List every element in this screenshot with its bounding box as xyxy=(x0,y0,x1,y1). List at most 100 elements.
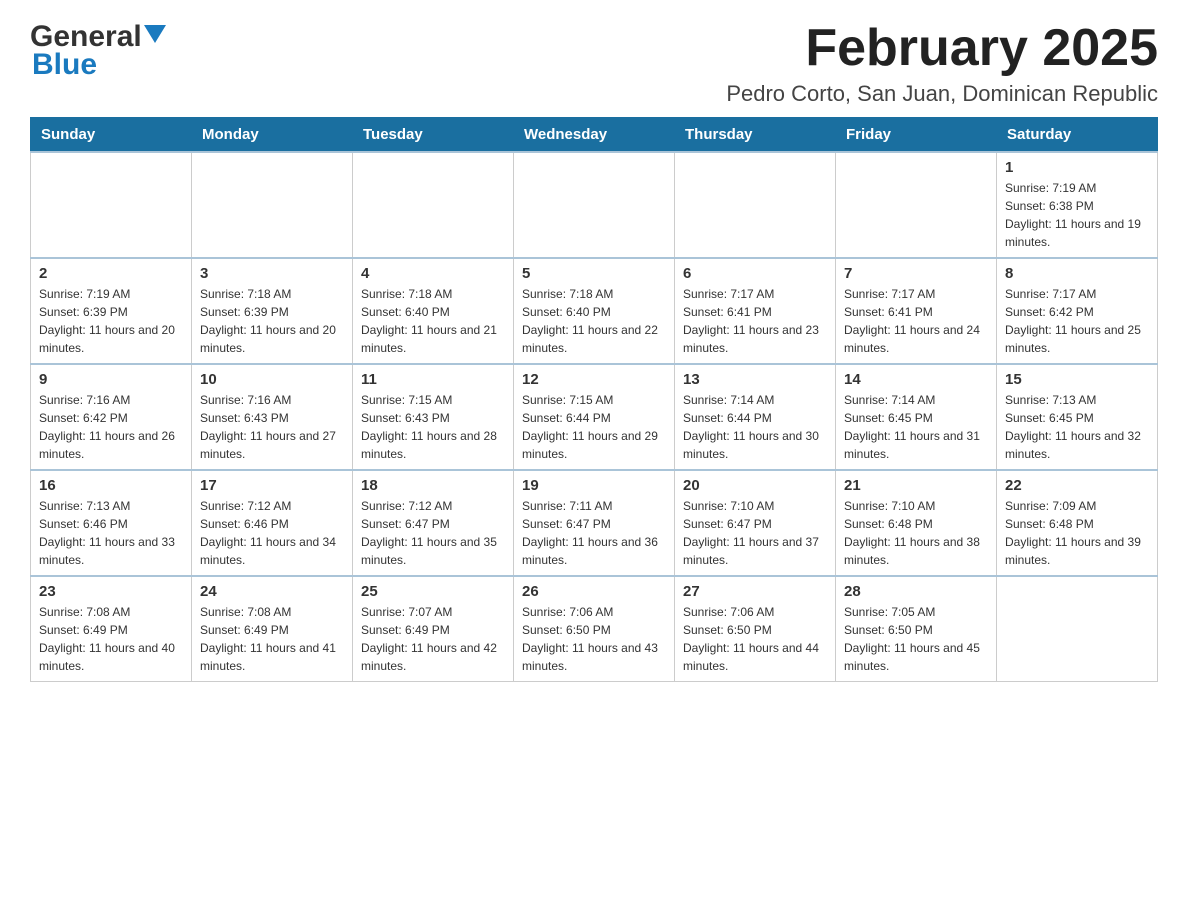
day-number: 4 xyxy=(361,265,505,282)
day-info: Sunrise: 7:09 AM Sunset: 6:48 PM Dayligh… xyxy=(1005,497,1149,569)
calendar-week-row: 2 Sunrise: 7:19 AM Sunset: 6:39 PM Daylig… xyxy=(31,258,1158,364)
day-info: Sunrise: 7:10 AM Sunset: 6:47 PM Dayligh… xyxy=(683,497,827,569)
day-info: Sunrise: 7:07 AM Sunset: 6:49 PM Dayligh… xyxy=(361,603,505,675)
calendar-cell: 21 Sunrise: 7:10 AM Sunset: 6:48 PM Dayli… xyxy=(836,470,997,576)
weekday-header-saturday: Saturday xyxy=(997,118,1158,153)
day-number: 27 xyxy=(683,583,827,600)
calendar-cell xyxy=(997,576,1158,682)
day-info: Sunrise: 7:11 AM Sunset: 6:47 PM Dayligh… xyxy=(522,497,666,569)
calendar-cell: 20 Sunrise: 7:10 AM Sunset: 6:47 PM Dayli… xyxy=(675,470,836,576)
calendar-cell: 3 Sunrise: 7:18 AM Sunset: 6:39 PM Daylig… xyxy=(192,258,353,364)
day-info: Sunrise: 7:18 AM Sunset: 6:39 PM Dayligh… xyxy=(200,285,344,357)
calendar-cell: 25 Sunrise: 7:07 AM Sunset: 6:49 PM Dayli… xyxy=(353,576,514,682)
calendar-cell: 11 Sunrise: 7:15 AM Sunset: 6:43 PM Dayli… xyxy=(353,364,514,470)
calendar-cell: 23 Sunrise: 7:08 AM Sunset: 6:49 PM Dayli… xyxy=(31,576,192,682)
calendar-cell: 18Sunrise: 7:12 AM Sunset: 6:47 PM Dayli… xyxy=(353,470,514,576)
calendar-cell: 5 Sunrise: 7:18 AM Sunset: 6:40 PM Daylig… xyxy=(514,258,675,364)
calendar-cell: 16 Sunrise: 7:13 AM Sunset: 6:46 PM Dayli… xyxy=(31,470,192,576)
calendar-cell xyxy=(675,152,836,258)
calendar-cell: 28 Sunrise: 7:05 AM Sunset: 6:50 PM Dayli… xyxy=(836,576,997,682)
calendar-cell: 4Sunrise: 7:18 AM Sunset: 6:40 PM Daylig… xyxy=(353,258,514,364)
weekday-header-row: SundayMondayTuesdayWednesdayThursdayFrid… xyxy=(31,118,1158,153)
calendar-cell: 12 Sunrise: 7:15 AM Sunset: 6:44 PM Dayli… xyxy=(514,364,675,470)
day-info: Sunrise: 7:10 AM Sunset: 6:48 PM Dayligh… xyxy=(844,497,988,569)
day-number: 13 xyxy=(683,371,827,388)
day-info: Sunrise: 7:13 AM Sunset: 6:46 PM Dayligh… xyxy=(39,497,183,569)
day-number: 21 xyxy=(844,477,988,494)
weekday-header-wednesday: Wednesday xyxy=(514,118,675,153)
page-header: General Blue February 2025 Pedro Corto, … xyxy=(30,20,1158,107)
day-info: Sunrise: 7:12 AM Sunset: 6:46 PM Dayligh… xyxy=(200,497,344,569)
day-number: 28 xyxy=(844,583,988,600)
day-info: Sunrise: 7:17 AM Sunset: 6:41 PM Dayligh… xyxy=(683,285,827,357)
day-number: 24 xyxy=(200,583,344,600)
day-number: 15 xyxy=(1005,371,1149,388)
calendar-cell: 6 Sunrise: 7:17 AM Sunset: 6:41 PM Daylig… xyxy=(675,258,836,364)
location-title: Pedro Corto, San Juan, Dominican Republi… xyxy=(726,81,1158,107)
day-number: 3 xyxy=(200,265,344,282)
calendar-cell xyxy=(31,152,192,258)
calendar-cell: 15Sunrise: 7:13 AM Sunset: 6:45 PM Dayli… xyxy=(997,364,1158,470)
day-number: 5 xyxy=(522,265,666,282)
day-info: Sunrise: 7:17 AM Sunset: 6:41 PM Dayligh… xyxy=(844,285,988,357)
title-block: February 2025 Pedro Corto, San Juan, Dom… xyxy=(726,20,1158,107)
calendar-cell xyxy=(836,152,997,258)
day-info: Sunrise: 7:19 AM Sunset: 6:39 PM Dayligh… xyxy=(39,285,183,357)
calendar-cell xyxy=(514,152,675,258)
day-info: Sunrise: 7:16 AM Sunset: 6:43 PM Dayligh… xyxy=(200,391,344,463)
day-info: Sunrise: 7:06 AM Sunset: 6:50 PM Dayligh… xyxy=(683,603,827,675)
day-number: 22 xyxy=(1005,477,1149,494)
day-number: 17 xyxy=(200,477,344,494)
day-info: Sunrise: 7:08 AM Sunset: 6:49 PM Dayligh… xyxy=(39,603,183,675)
calendar-cell: 8Sunrise: 7:17 AM Sunset: 6:42 PM Daylig… xyxy=(997,258,1158,364)
day-number: 26 xyxy=(522,583,666,600)
day-info: Sunrise: 7:19 AM Sunset: 6:38 PM Dayligh… xyxy=(1005,179,1149,251)
day-number: 1 xyxy=(1005,159,1149,176)
day-number: 8 xyxy=(1005,265,1149,282)
calendar-cell: 19 Sunrise: 7:11 AM Sunset: 6:47 PM Dayli… xyxy=(514,470,675,576)
day-info: Sunrise: 7:15 AM Sunset: 6:43 PM Dayligh… xyxy=(361,391,505,463)
calendar-week-row: 9Sunrise: 7:16 AM Sunset: 6:42 PM Daylig… xyxy=(31,364,1158,470)
weekday-header-sunday: Sunday xyxy=(31,118,192,153)
day-info: Sunrise: 7:14 AM Sunset: 6:44 PM Dayligh… xyxy=(683,391,827,463)
day-info: Sunrise: 7:05 AM Sunset: 6:50 PM Dayligh… xyxy=(844,603,988,675)
day-number: 20 xyxy=(683,477,827,494)
calendar-cell: 7 Sunrise: 7:17 AM Sunset: 6:41 PM Daylig… xyxy=(836,258,997,364)
day-info: Sunrise: 7:06 AM Sunset: 6:50 PM Dayligh… xyxy=(522,603,666,675)
day-number: 11 xyxy=(361,371,505,388)
weekday-header-friday: Friday xyxy=(836,118,997,153)
calendar-cell: 9Sunrise: 7:16 AM Sunset: 6:42 PM Daylig… xyxy=(31,364,192,470)
day-number: 25 xyxy=(361,583,505,600)
month-title: February 2025 xyxy=(726,20,1158,77)
day-number: 6 xyxy=(683,265,827,282)
calendar-cell: 26 Sunrise: 7:06 AM Sunset: 6:50 PM Dayli… xyxy=(514,576,675,682)
calendar-cell: 14Sunrise: 7:14 AM Sunset: 6:45 PM Dayli… xyxy=(836,364,997,470)
day-info: Sunrise: 7:18 AM Sunset: 6:40 PM Dayligh… xyxy=(522,285,666,357)
calendar-table: SundayMondayTuesdayWednesdayThursdayFrid… xyxy=(30,117,1158,682)
calendar-week-row: 1 Sunrise: 7:19 AM Sunset: 6:38 PM Daylig… xyxy=(31,152,1158,258)
day-info: Sunrise: 7:14 AM Sunset: 6:45 PM Dayligh… xyxy=(844,391,988,463)
day-number: 16 xyxy=(39,477,183,494)
calendar-cell: 27 Sunrise: 7:06 AM Sunset: 6:50 PM Dayli… xyxy=(675,576,836,682)
calendar-cell: 1 Sunrise: 7:19 AM Sunset: 6:38 PM Daylig… xyxy=(997,152,1158,258)
day-number: 12 xyxy=(522,371,666,388)
day-info: Sunrise: 7:15 AM Sunset: 6:44 PM Dayligh… xyxy=(522,391,666,463)
calendar-cell: 17 Sunrise: 7:12 AM Sunset: 6:46 PM Dayli… xyxy=(192,470,353,576)
calendar-cell xyxy=(192,152,353,258)
day-info: Sunrise: 7:08 AM Sunset: 6:49 PM Dayligh… xyxy=(200,603,344,675)
day-number: 9 xyxy=(39,371,183,388)
calendar-week-row: 16 Sunrise: 7:13 AM Sunset: 6:46 PM Dayli… xyxy=(31,470,1158,576)
day-number: 7 xyxy=(844,265,988,282)
day-number: 23 xyxy=(39,583,183,600)
logo-blue: Blue xyxy=(32,48,97,82)
calendar-cell: 22 Sunrise: 7:09 AM Sunset: 6:48 PM Dayli… xyxy=(997,470,1158,576)
calendar-cell: 13 Sunrise: 7:14 AM Sunset: 6:44 PM Dayli… xyxy=(675,364,836,470)
logo: General Blue xyxy=(30,20,166,82)
day-number: 2 xyxy=(39,265,183,282)
day-number: 19 xyxy=(522,477,666,494)
weekday-header-tuesday: Tuesday xyxy=(353,118,514,153)
weekday-header-thursday: Thursday xyxy=(675,118,836,153)
calendar-cell: 10Sunrise: 7:16 AM Sunset: 6:43 PM Dayli… xyxy=(192,364,353,470)
calendar-week-row: 23 Sunrise: 7:08 AM Sunset: 6:49 PM Dayli… xyxy=(31,576,1158,682)
logo-triangle-icon xyxy=(144,25,166,47)
